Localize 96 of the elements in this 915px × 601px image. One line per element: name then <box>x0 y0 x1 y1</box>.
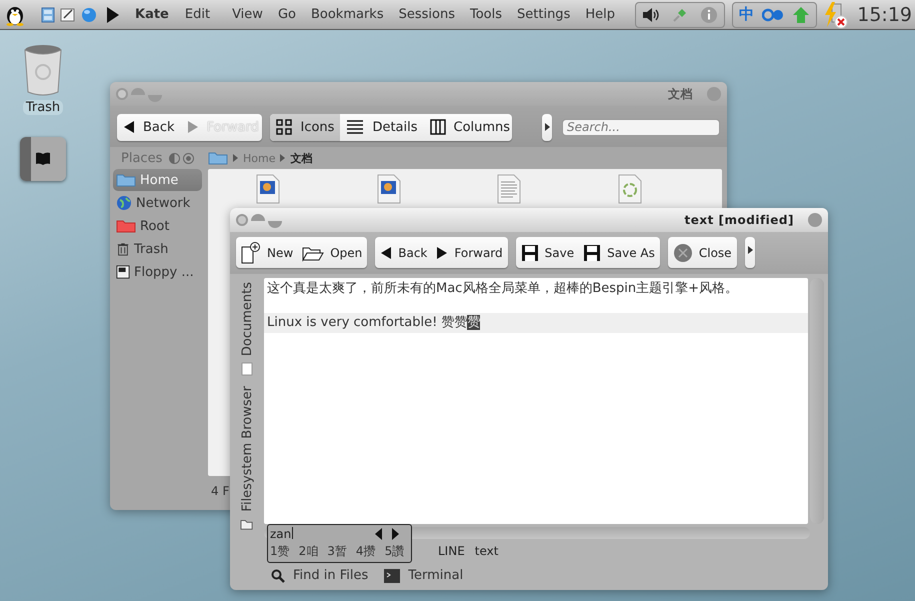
image-file-icon[interactable] <box>376 174 400 204</box>
status-text: text <box>474 544 498 560</box>
menu-item[interactable]: Help <box>580 7 620 22</box>
back-arrow-icon <box>123 120 135 134</box>
globe-icon[interactable] <box>81 6 97 22</box>
window-title: text [modified] <box>683 213 795 227</box>
editor-line: 这个真是太爽了，前所未有的Mac风格全局菜单，超棒的Bespin主题引擎+风格。 <box>267 281 738 296</box>
forward-arrow-icon <box>186 120 199 134</box>
speaker-icon[interactable] <box>642 6 660 22</box>
close-button[interactable] <box>236 214 248 226</box>
document-icon <box>241 362 253 376</box>
up-arrow-icon[interactable] <box>792 6 810 24</box>
open-folder-icon <box>240 518 254 530</box>
list-icon <box>346 119 364 135</box>
candidate-item[interactable]: 1赞 <box>270 543 290 560</box>
view-button[interactable]: Icons <box>270 114 340 140</box>
new-document-icon <box>241 242 261 264</box>
next-page-icon[interactable] <box>392 528 399 540</box>
sidebar-item[interactable]: Root <box>113 215 202 237</box>
folder-icon <box>116 173 136 187</box>
battery-warning-icon[interactable] <box>822 0 850 28</box>
minimize-button[interactable] <box>251 214 265 220</box>
sidebar-heading: Places <box>121 150 162 166</box>
folder-icon <box>116 219 136 233</box>
side-tab[interactable]: Filesystem Browser <box>240 386 254 512</box>
pin-icon[interactable] <box>672 6 688 22</box>
toolbar-overflow-button[interactable] <box>744 237 755 268</box>
view-button[interactable]: Details <box>340 114 424 140</box>
text-editor[interactable]: 这个真是太爽了，前所未有的Mac风格全局菜单，超棒的Bespin主题引擎+风格。 Linux is very comfortable! 赞赞赞 <box>264 278 808 524</box>
chevron-icon <box>233 154 238 162</box>
side-tab[interactable]: Documents <box>240 282 254 356</box>
view-button[interactable]: Columns <box>424 114 512 140</box>
globe-icon <box>116 195 132 211</box>
back-button[interactable]: Back <box>117 114 181 140</box>
menu-item[interactable]: Edit <box>180 7 216 22</box>
folder-icon[interactable] <box>208 151 228 165</box>
cabinet-icon[interactable] <box>41 6 55 22</box>
toolbar-button[interactable]: Save <box>516 237 580 268</box>
close-panel-button[interactable] <box>183 152 194 164</box>
tool-view-tab[interactable]: Terminal <box>384 568 464 583</box>
back-arrow-icon <box>380 246 392 260</box>
preedit-text: 赞 <box>467 315 480 330</box>
candidate-item[interactable]: 3暂 <box>327 543 347 560</box>
window-title: 文档 <box>667 86 694 102</box>
desktop-icon-label[interactable]: Trash <box>22 100 64 115</box>
candidate-item[interactable]: 5讚 <box>384 543 404 560</box>
toolbar-button[interactable]: Save As <box>579 237 660 268</box>
candidate-item[interactable]: 2咱 <box>298 543 318 560</box>
app-menu[interactable]: Kate <box>131 7 175 22</box>
candidate-item[interactable]: 4攒 <box>356 543 376 560</box>
close-button[interactable] <box>116 88 128 100</box>
sidebar-item[interactable]: Network <box>113 192 202 214</box>
menu-item[interactable]: View <box>220 7 268 22</box>
forward-arrow-icon <box>436 246 448 260</box>
notepad-icon[interactable] <box>60 6 76 22</box>
sidebar-item[interactable]: Trash <box>113 238 202 260</box>
toolbar-overflow-button[interactable] <box>542 114 552 140</box>
maximize-button[interactable] <box>268 220 282 228</box>
close-icon <box>672 242 693 262</box>
text-file-icon[interactable] <box>497 174 521 204</box>
window-menu-button[interactable] <box>808 213 822 227</box>
window-menu-button[interactable] <box>707 87 721 101</box>
trash-can-icon[interactable] <box>23 44 63 96</box>
toolbar-button[interactable]: Back <box>375 237 432 268</box>
status-text: LINE <box>438 544 465 560</box>
menu-item[interactable]: Settings <box>512 7 576 22</box>
breadcrumb-item[interactable]: 文档 <box>290 150 312 166</box>
menu-item[interactable]: Tools <box>464 7 508 22</box>
chevron-icon <box>280 154 286 162</box>
sidebar-item[interactable]: Floppy ... <box>113 261 202 283</box>
terminal-icon <box>384 568 400 582</box>
toolbar-button[interactable]: New <box>236 237 298 268</box>
menu-item[interactable]: Bookmarks <box>306 7 389 22</box>
grid-icon <box>276 119 292 135</box>
toolbar-button[interactable]: Forward <box>432 237 508 268</box>
punctuation-icon[interactable] <box>762 8 784 22</box>
previous-page-icon[interactable] <box>375 528 382 540</box>
book-launcher[interactable] <box>20 137 66 181</box>
clock[interactable]: 15:19 <box>857 4 912 26</box>
toolbar-button[interactable]: Open <box>298 237 368 268</box>
toolbar-button[interactable]: Close <box>668 237 737 268</box>
split-view-button[interactable] <box>169 152 180 164</box>
image-file-icon[interactable] <box>256 174 280 204</box>
tool-view-tab[interactable]: Find in Files <box>271 568 368 583</box>
book-icon <box>35 152 51 166</box>
menu-item[interactable]: Go <box>272 7 301 22</box>
trash-can-icon <box>116 242 130 256</box>
editor-line: Linux is very comfortable! 赞赞 <box>267 315 468 330</box>
search-field[interactable]: Search... <box>562 118 720 136</box>
menu-item[interactable]: Sessions <box>394 7 460 22</box>
minimize-button[interactable] <box>131 88 145 94</box>
columns-icon <box>430 119 446 135</box>
play-icon[interactable] <box>106 6 120 24</box>
search-icon <box>271 568 285 582</box>
recycle-file-icon[interactable] <box>618 174 642 204</box>
info-icon[interactable] <box>700 6 718 24</box>
